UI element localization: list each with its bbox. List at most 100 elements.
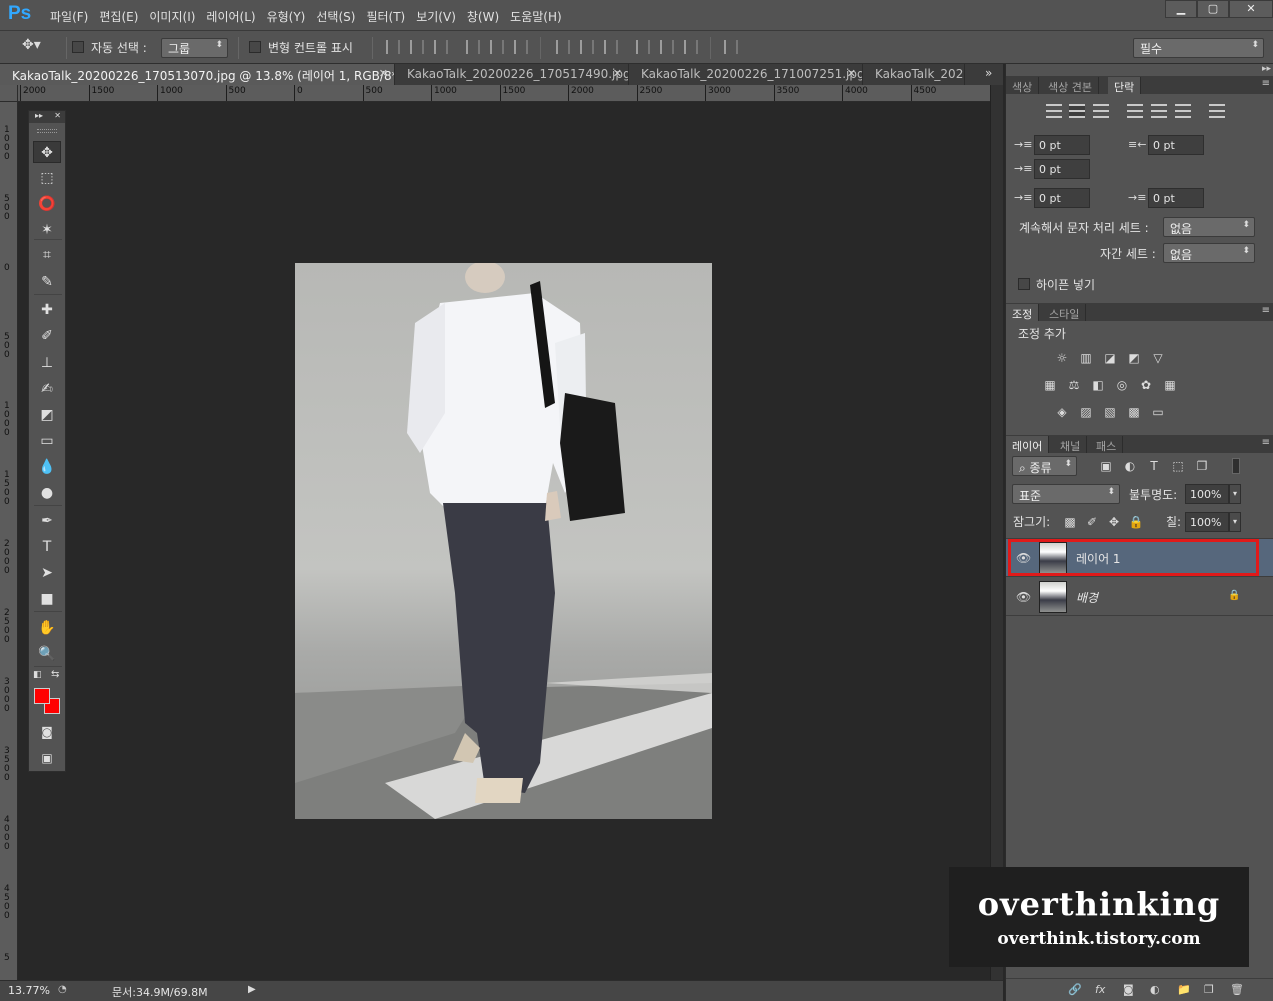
menu-filter[interactable]: 필터(T) — [366, 8, 413, 25]
eraser-icon[interactable]: ◩ — [33, 404, 61, 426]
doc-tab-4[interactable]: KakaoTalk_2020 — [863, 64, 965, 85]
new-layer-icon[interactable]: ❐ — [1204, 983, 1214, 996]
menu-type[interactable]: 유형(Y) — [267, 8, 314, 25]
status-menu-arrow-icon[interactable]: ▶ — [248, 984, 256, 995]
marquee-tool-icon[interactable]: ⬚ — [33, 167, 61, 189]
gradient-map-icon[interactable]: ▭ — [1150, 405, 1166, 419]
tab-close-icon[interactable]: ✕ — [379, 67, 388, 80]
black-white-icon[interactable]: ◧ — [1090, 378, 1106, 392]
blur-tool-icon[interactable]: 💧 — [33, 456, 61, 478]
vertical-scrollbar[interactable] — [990, 85, 1003, 980]
indent-left-field[interactable]: 0 pt — [1034, 135, 1090, 155]
tab-swatches[interactable]: 색상 견본 — [1042, 77, 1099, 94]
new-group-icon[interactable]: 📁 — [1177, 983, 1191, 996]
justify-all-icon[interactable] — [1209, 104, 1225, 118]
toolbox-header[interactable]: ▸▸ ✕ — [29, 111, 65, 123]
kinsoku-dropdown[interactable]: 없음 — [1163, 217, 1255, 237]
brush-tool-icon[interactable]: ✐ — [33, 325, 61, 347]
lock-pixels-icon[interactable]: ✐ — [1084, 515, 1100, 529]
status-options-icon[interactable]: ◔ — [58, 984, 67, 995]
blend-mode-dropdown[interactable]: 표준 — [1012, 484, 1120, 504]
toolbox-grip[interactable] — [37, 129, 57, 133]
menu-window[interactable]: 창(W) — [467, 8, 507, 25]
zoom-level[interactable]: 13.77% — [8, 984, 50, 997]
toolbox-close-icon[interactable]: ✕ — [54, 111, 61, 120]
close-button[interactable]: ✕ — [1229, 0, 1273, 18]
align-center-text-icon[interactable] — [1069, 104, 1085, 118]
invert-icon[interactable]: ◈ — [1054, 405, 1070, 419]
magic-wand-icon[interactable]: ✶ — [33, 219, 61, 241]
vertical-ruler[interactable]: 1000 500 0 500 1000 1500 2000 2500 3000 3500 4000 4… — [0, 102, 18, 980]
collapse-icon[interactable]: ▸▸ — [35, 111, 43, 120]
mojikumi-dropdown[interactable]: 없음 — [1163, 243, 1255, 263]
panel-collapse-icon[interactable]: ▸▸ — [1262, 64, 1271, 74]
align-bottom-icon[interactable] — [434, 40, 448, 54]
hyphenate-checkbox[interactable] — [1018, 278, 1030, 290]
tab-adjustments[interactable]: 조정 — [1006, 304, 1040, 321]
hue-saturation-icon[interactable]: ▦ — [1042, 378, 1058, 392]
ruler-corner[interactable] — [0, 85, 18, 102]
type-tool-icon[interactable]: T — [33, 536, 61, 558]
align-vcenter-icon[interactable] — [410, 40, 424, 54]
tab-channels[interactable]: 채널 — [1054, 436, 1088, 453]
swap-colors-icon[interactable]: ⇆ — [51, 669, 59, 680]
layer-row-layer1[interactable]: 👁 레이어 1 — [1006, 539, 1273, 577]
lock-all-icon[interactable]: 🔒 — [1128, 515, 1144, 529]
link-layers-icon[interactable]: 🔗 — [1068, 983, 1082, 996]
levels-icon[interactable]: ▥ — [1078, 351, 1094, 365]
visibility-eye-icon[interactable]: 👁 — [1016, 590, 1031, 604]
align-top-icon[interactable] — [386, 40, 400, 54]
foreground-color-swatch[interactable] — [34, 688, 50, 704]
workspace-dropdown[interactable]: 필수 — [1133, 38, 1264, 58]
rectangle-tool-icon[interactable]: ■ — [33, 588, 61, 610]
tabs-overflow-icon[interactable]: » — [985, 66, 992, 80]
zoom-tool-icon[interactable]: 🔍 — [33, 643, 61, 665]
document-photo[interactable] — [295, 263, 712, 819]
menu-view[interactable]: 보기(V) — [416, 8, 464, 25]
add-mask-icon[interactable]: ◙ — [1123, 983, 1134, 996]
opacity-field[interactable]: 100% — [1185, 484, 1229, 504]
menu-image[interactable]: 이미지(I) — [149, 8, 203, 25]
lock-transparency-icon[interactable]: ▩ — [1062, 515, 1078, 529]
distribute-hcenter-icon[interactable] — [660, 40, 674, 54]
crop-tool-icon[interactable]: ⌗ — [33, 244, 61, 266]
brightness-icon[interactable]: ☼ — [1054, 351, 1070, 365]
clone-stamp-icon[interactable]: ⊥ — [33, 352, 61, 374]
distribute-bottom-icon[interactable] — [604, 40, 618, 54]
delete-layer-icon[interactable]: 🗑 — [1230, 983, 1244, 996]
lasso-tool-icon[interactable]: ⭕ — [33, 193, 61, 215]
distribute-top-icon[interactable] — [556, 40, 570, 54]
auto-select-checkbox[interactable] — [72, 41, 84, 53]
healing-brush-icon[interactable]: ✚ — [33, 299, 61, 321]
threshold-icon[interactable]: ▧ — [1102, 405, 1118, 419]
menu-file[interactable]: 파일(F) — [50, 8, 96, 25]
filter-type-icon[interactable]: T — [1146, 459, 1162, 473]
menu-select[interactable]: 선택(S) — [316, 8, 363, 25]
selective-color-icon[interactable]: ▩ — [1126, 405, 1142, 419]
color-balance-icon[interactable]: ⚖ — [1066, 378, 1082, 392]
distribute-left-icon[interactable] — [636, 40, 650, 54]
opacity-slider-toggle[interactable]: ▾ — [1229, 484, 1241, 504]
doc-tab-1[interactable]: KakaoTalk_20200226_170513070.jpg @ 13.8%… — [0, 64, 395, 85]
filter-pixel-icon[interactable]: ▣ — [1098, 459, 1114, 473]
menu-edit[interactable]: 편집(E) — [99, 8, 146, 25]
distribute-vcenter-icon[interactable] — [580, 40, 594, 54]
justify-last-left-icon[interactable] — [1127, 104, 1143, 118]
menu-layer[interactable]: 레이어(L) — [206, 8, 263, 25]
menu-help[interactable]: 도움말(H) — [510, 8, 570, 25]
justify-last-right-icon[interactable] — [1175, 104, 1191, 118]
eyedropper-icon[interactable]: ✎ — [33, 271, 61, 293]
layer-style-icon[interactable]: fx — [1095, 983, 1105, 996]
layer-row-background[interactable]: 👁 배경 🔒 — [1006, 578, 1273, 616]
align-left-icon[interactable] — [466, 40, 480, 54]
dodge-tool-icon[interactable]: ● — [33, 482, 61, 504]
tab-paragraph[interactable]: 단락 — [1108, 77, 1142, 94]
new-adjustment-layer-icon[interactable]: ◐ — [1150, 983, 1160, 996]
space-before-field[interactable]: 0 pt — [1034, 188, 1090, 208]
path-select-icon[interactable]: ➤ — [33, 562, 61, 584]
fill-field[interactable]: 100% — [1185, 512, 1229, 532]
pen-tool-icon[interactable]: ✒ — [33, 510, 61, 532]
tab-layers[interactable]: 레이어 — [1006, 436, 1050, 453]
tab-color[interactable]: 색상 — [1006, 77, 1040, 94]
tab-close-icon[interactable]: ✕ — [613, 67, 622, 80]
